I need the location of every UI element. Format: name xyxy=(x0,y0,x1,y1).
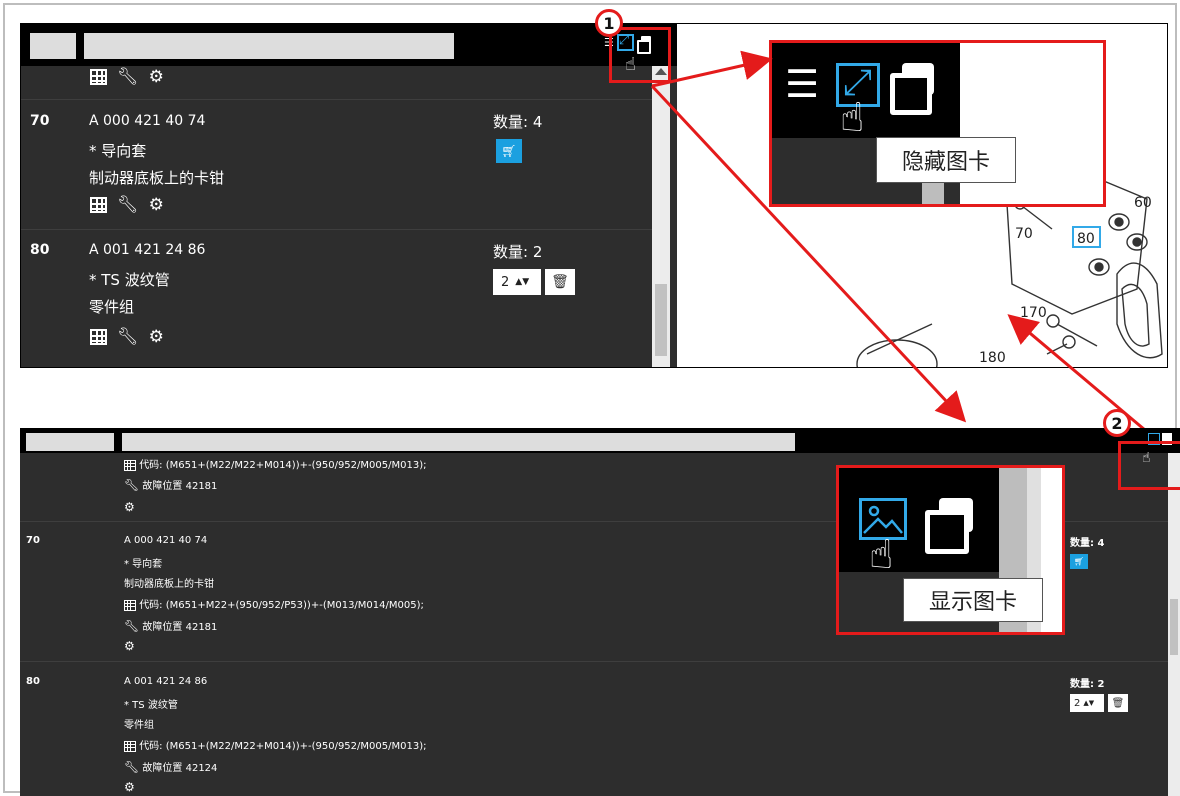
fault-text: 故障位置 42181 xyxy=(142,481,218,492)
part-number[interactable]: A 001 421 24 86 xyxy=(124,676,207,687)
drawing-label-180[interactable]: 180 xyxy=(979,350,1006,366)
part-description: 制动器底板上的卡钳 xyxy=(124,579,214,590)
list-header xyxy=(20,428,1180,453)
highlight-box-1 xyxy=(609,27,671,83)
quantity-stepper[interactable]: 2 ▲▼ xyxy=(1070,694,1104,712)
row-divider xyxy=(20,661,1168,662)
code-text: 代码: (M651+M22+(950/952/P53))+-(M013/M014… xyxy=(139,600,424,611)
tooltip-show-card: 显示图卡 xyxy=(903,578,1043,622)
copy-window-icon[interactable] xyxy=(925,498,973,554)
gear-icon[interactable]: ⚙︎ xyxy=(149,196,164,214)
part-number[interactable]: A 000 421 40 74 xyxy=(124,535,207,546)
grid-icon[interactable] xyxy=(90,329,107,345)
gear-icon[interactable]: ⚙︎ xyxy=(124,500,135,514)
part-description: 零件组 xyxy=(89,298,135,316)
parts-list: 🔧︎ ⚙︎ 70 A 000 421 40 74 * 导向套 制动器底板上的卡钳… xyxy=(21,24,677,367)
cart-icon: 🛒︎ xyxy=(501,144,517,158)
trash-icon: 🗑︎ xyxy=(1111,697,1125,709)
gear-icon[interactable]: ⚙︎ xyxy=(124,639,135,653)
code-text: 代码: (M651+(M22/M22+M014))+-(950/952/M005… xyxy=(139,741,427,752)
stepper-value: 2 xyxy=(501,274,510,290)
trash-icon: 🗑︎ xyxy=(551,274,569,290)
add-to-cart-button[interactable]: 🛒︎ xyxy=(1070,554,1088,569)
prev-fault-line: 🔧︎ 故障位置 42181 xyxy=(124,477,217,492)
copy-window-icon[interactable] xyxy=(890,63,934,115)
step-marker-1: 1 xyxy=(595,9,623,37)
zoom-callout-hide-card: ☰ ⤢ ☝ 隐藏图卡 xyxy=(769,40,1106,207)
item-number: 80 xyxy=(30,242,50,258)
wrench-icon[interactable]: 🔧︎ xyxy=(117,196,139,214)
code-line: 代码: (M651+(M22/M22+M014))+-(950/952/M005… xyxy=(124,737,426,752)
part-name: * 导向套 xyxy=(124,559,163,570)
grid-icon[interactable] xyxy=(124,740,136,752)
header-redacted-field xyxy=(26,433,114,451)
step-marker-2: 2 xyxy=(1103,409,1131,437)
item-icons: 🔧︎ ⚙︎ xyxy=(90,328,164,346)
fault-text: 故障位置 42124 xyxy=(142,763,218,774)
gear-icon[interactable]: ⚙︎ xyxy=(149,68,164,86)
quantity-stepper[interactable]: 2 ▲▼ xyxy=(493,269,541,295)
drawing-label-80[interactable]: 80 xyxy=(1077,231,1095,247)
wrench-icon[interactable]: 🔧︎ xyxy=(124,760,139,774)
grid-icon[interactable] xyxy=(124,599,136,611)
item-number: 80 xyxy=(26,676,40,687)
stepper-value: 2 xyxy=(1074,697,1081,709)
grid-icon[interactable] xyxy=(124,459,136,471)
prev-item-icons: 🔧︎ ⚙︎ xyxy=(90,68,164,86)
item-number: 70 xyxy=(30,113,50,129)
grid-icon[interactable] xyxy=(90,197,107,213)
fault-line: 🔧︎ 故障位置 42181 xyxy=(124,618,217,633)
fault-line: 🔧︎ 故障位置 42124 xyxy=(124,759,217,774)
prev-code-line: 代码: (M651+(M22/M22+M014))+-(950/952/M005… xyxy=(124,456,426,471)
wrench-icon[interactable]: 🔧︎ xyxy=(117,328,139,346)
scrollbar-thumb[interactable] xyxy=(1170,599,1178,655)
drawing-label-70[interactable]: 70 xyxy=(1015,226,1033,242)
quantity-label: 数量: 2 xyxy=(1070,679,1105,690)
scrollbar-thumb[interactable] xyxy=(655,284,667,356)
delete-button[interactable]: 🗑︎ xyxy=(1108,694,1128,712)
zoom-callout-show-card: ☝ 显示图卡 xyxy=(836,465,1065,635)
header-redacted-title xyxy=(122,433,795,451)
header-redacted-field xyxy=(30,33,76,59)
wrench-icon[interactable]: 🔧︎ xyxy=(124,478,139,492)
hand-cursor-icon: ☝ xyxy=(840,95,865,141)
header-redacted-title xyxy=(84,33,454,59)
quantity-label: 数量: 4 xyxy=(493,113,543,131)
part-name: * TS 波纹管 xyxy=(89,271,170,289)
part-name: * 导向套 xyxy=(89,142,147,160)
gear-icon[interactable]: ⚙︎ xyxy=(149,328,164,346)
wrench-icon[interactable]: 🔧︎ xyxy=(117,68,139,86)
part-number[interactable]: A 001 421 24 86 xyxy=(89,242,205,258)
list-header xyxy=(21,24,677,66)
list-scrollbar[interactable] xyxy=(1168,453,1180,796)
code-line: 代码: (M651+M22+(950/952/P53))+-(M013/M014… xyxy=(124,596,424,611)
quantity-label: 数量: 4 xyxy=(1070,538,1105,549)
part-description: 零件组 xyxy=(124,720,154,731)
code-text: 代码: (M651+(M22/M22+M014))+-(950/952/M005… xyxy=(139,460,427,471)
row-divider xyxy=(21,229,652,230)
tooltip-hide-card: 隐藏图卡 xyxy=(876,137,1016,183)
list-view-icon[interactable]: ☰ xyxy=(785,65,819,103)
fault-text: 故障位置 42181 xyxy=(142,622,218,633)
stepper-arrows-icon[interactable]: ▲▼ xyxy=(1083,699,1094,707)
part-name: * TS 波纹管 xyxy=(124,700,178,711)
cart-icon: 🛒︎ xyxy=(1073,557,1085,566)
delete-button[interactable]: 🗑︎ xyxy=(545,269,575,295)
wrench-icon[interactable]: 🔧︎ xyxy=(124,619,139,633)
part-description: 制动器底板上的卡钳 xyxy=(89,169,225,187)
stepper-arrows-icon[interactable]: ▲▼ xyxy=(515,277,529,287)
quantity-label: 数量: 2 xyxy=(493,243,543,261)
gear-icon[interactable]: ⚙︎ xyxy=(124,780,135,794)
drawing-label-60[interactable]: 60 xyxy=(1134,195,1152,211)
drawing-label-170[interactable]: 170 xyxy=(1020,305,1047,321)
part-number[interactable]: A 000 421 40 74 xyxy=(89,113,205,129)
hand-cursor-icon: ☝ xyxy=(869,532,894,578)
add-to-cart-button[interactable]: 🛒︎ xyxy=(496,139,522,163)
item-number: 70 xyxy=(26,535,40,546)
grid-icon[interactable] xyxy=(90,69,107,85)
list-scrollbar[interactable] xyxy=(652,66,670,367)
highlight-box-2 xyxy=(1118,441,1180,490)
row-divider xyxy=(21,99,652,100)
item-icons: 🔧︎ ⚙︎ xyxy=(90,196,164,214)
